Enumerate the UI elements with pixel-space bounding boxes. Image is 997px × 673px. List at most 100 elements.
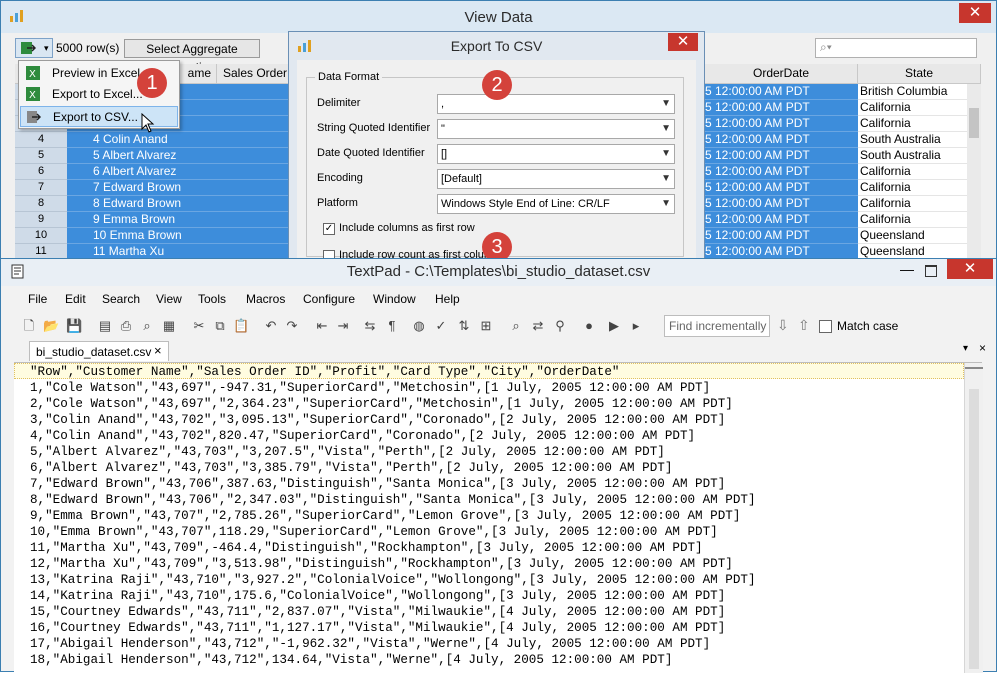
compare-icon[interactable]: ⊞ <box>478 318 494 334</box>
editor-line[interactable]: 9,"Emma Brown","43,707","2,785.26","Supe… <box>30 508 740 524</box>
grid-cell-orderdate[interactable]: 5 12:00:00 AM PDT <box>705 196 858 212</box>
maximize-icon[interactable] <box>925 265 937 277</box>
grid-cell-orderdate[interactable]: 5 12:00:00 AM PDT <box>705 100 858 116</box>
indent-icon[interactable]: ⇤ <box>314 318 330 334</box>
field-combo[interactable]: , ▼ <box>437 94 675 114</box>
tab-close-all-icon[interactable]: × <box>979 341 986 355</box>
export-split-button[interactable]: ▾ <box>15 38 53 58</box>
grid-cell-name[interactable]: 9 Emma Brown <box>67 212 217 228</box>
chevron-down-icon[interactable]: ▼ <box>661 195 671 213</box>
web-icon[interactable]: ◍ <box>411 318 427 334</box>
grid-row-number[interactable]: 6 <box>15 164 67 180</box>
view-data-titlebar[interactable]: View Data ✕ <box>1 1 996 33</box>
grid-cell-state[interactable]: California <box>858 164 967 180</box>
grid-cell-state[interactable]: South Australia <box>858 132 967 148</box>
paste-icon[interactable]: 📋 <box>233 318 249 334</box>
editor-line[interactable]: 16,"Courtney Edwards","43,711","1,127.17… <box>30 620 725 636</box>
grid-row-number[interactable]: 8 <box>15 196 67 212</box>
grid-cell-orderdate[interactable]: 5 12:00:00 AM PDT <box>705 84 858 100</box>
cut-icon[interactable]: ✂ <box>191 318 207 334</box>
grid-cell-orderdate[interactable]: 5 12:00:00 AM PDT <box>705 116 858 132</box>
editor-line[interactable]: 3,"Colin Anand","43,702","3,095.13","Sup… <box>30 412 725 428</box>
field-combo[interactable]: [Default] ▼ <box>437 169 675 189</box>
redo-icon[interactable]: ↷ <box>284 318 300 334</box>
file-tab[interactable]: bi_studio_dataset.csv × <box>29 341 169 361</box>
menu-window[interactable]: Window <box>373 292 416 306</box>
grid-cell-state[interactable]: Queensland <box>858 228 967 244</box>
grid-cell-state[interactable]: South Australia <box>858 148 967 164</box>
outdent-icon[interactable]: ⇥ <box>335 318 351 334</box>
page-setup-icon[interactable]: ▦ <box>161 318 177 334</box>
undo-icon[interactable]: ↶ <box>263 318 279 334</box>
column-header-orderdate[interactable]: OrderDate <box>705 64 858 84</box>
record-macro-icon[interactable]: ● <box>581 318 597 334</box>
grid-cell-state[interactable]: California <box>858 116 967 132</box>
search-input[interactable]: ⌕▾ <box>815 38 977 58</box>
grid-cell-orderdate[interactable]: 5 12:00:00 AM PDT <box>705 180 858 196</box>
editor-line[interactable]: 4,"Colin Anand","43,702",820.47,"Superio… <box>30 428 695 444</box>
paragraph-icon[interactable]: ¶ <box>384 318 400 334</box>
editor-line[interactable]: 7,"Edward Brown","43,706",387.63,"Distin… <box>30 476 725 492</box>
grid-cell-name[interactable]: 4 Colin Anand <box>67 132 217 148</box>
editor-line[interactable]: 2,"Cole Watson","43,697","2,364.23","Sup… <box>30 396 733 412</box>
spell-check-icon[interactable]: ✓ <box>433 318 449 334</box>
new-file-icon[interactable]: 🗋 <box>21 318 37 334</box>
menu-macros[interactable]: Macros <box>246 292 285 306</box>
grid-cell-name[interactable]: 8 Edward Brown <box>67 196 217 212</box>
editor-vertical-scrollbar[interactable] <box>964 363 983 673</box>
field-combo[interactable]: [] ▼ <box>437 144 675 164</box>
dialog-titlebar[interactable]: Export To CSV ✕ <box>289 32 704 60</box>
editor-line[interactable]: "Row","Customer Name","Sales Order ID","… <box>30 364 619 380</box>
grid-vertical-scrollbar[interactable] <box>967 84 981 262</box>
editor-line[interactable]: 1,"Cole Watson","43,697",-947.31,"Superi… <box>30 380 710 396</box>
textpad-close-button[interactable]: ✕ <box>947 259 993 279</box>
grid-cell-orderdate[interactable]: 5 12:00:00 AM PDT <box>705 148 858 164</box>
document-icon[interactable]: ▤ <box>97 318 113 334</box>
chevron-down-icon[interactable]: ▼ <box>661 95 671 113</box>
menu-view[interactable]: View <box>156 292 182 306</box>
scrollbar-thumb[interactable] <box>969 389 979 669</box>
editor-line[interactable]: 5,"Albert Alvarez","43,703","3,207.5","V… <box>30 444 665 460</box>
find-in-files-icon[interactable]: ⚲ <box>552 318 568 334</box>
grid-cell-state[interactable]: California <box>858 180 967 196</box>
find-previous-icon[interactable]: ⇩ <box>777 317 789 334</box>
editor-line[interactable]: 10,"Emma Brown","43,707",118.29,"Superio… <box>30 524 718 540</box>
open-file-icon[interactable]: 📂 <box>43 318 59 334</box>
grid-cell-state[interactable]: California <box>858 100 967 116</box>
minimize-icon[interactable]: — <box>900 261 916 277</box>
menu-file[interactable]: File <box>28 292 47 306</box>
editor-line[interactable]: 18,"Abigail Henderson","43,712",134.64,"… <box>30 652 672 668</box>
column-header-state[interactable]: State <box>858 64 981 84</box>
print-icon[interactable]: ⎙ <box>118 318 134 334</box>
play-macro-icon[interactable]: ▶ <box>606 318 622 334</box>
grid-cell-state[interactable]: California <box>858 212 967 228</box>
text-editor[interactable]: "Row","Customer Name","Sales Order ID","… <box>14 362 983 673</box>
tab-dropdown-chevron-icon[interactable]: ▾ <box>963 343 968 354</box>
field-combo[interactable]: Windows Style End of Line: CR/LF ▼ <box>437 194 675 214</box>
select-aggregate-button[interactable]: Select Aggregate Function <box>124 39 260 74</box>
run-macro-icon[interactable]: ▸ <box>628 318 644 334</box>
close-button[interactable]: ✕ <box>959 3 991 23</box>
grid-row-number[interactable]: 9 <box>15 212 67 228</box>
editor-line[interactable]: 8,"Edward Brown","43,706","2,347.03","Di… <box>30 492 756 508</box>
editor-line[interactable]: 15,"Courtney Edwards","43,711","2,837.07… <box>30 604 725 620</box>
match-case-checkbox[interactable] <box>819 320 832 333</box>
grid-cell-name[interactable]: 10 Emma Brown <box>67 228 217 244</box>
find-incrementally-input[interactable]: Find incrementally <box>664 315 770 337</box>
editor-line[interactable]: 6,"Albert Alvarez","43,703","3,385.79","… <box>30 460 672 476</box>
editor-line[interactable]: 14,"Katrina Raji","43,710",175.6,"Coloni… <box>30 588 725 604</box>
menu-search[interactable]: Search <box>102 292 140 306</box>
word-wrap-icon[interactable]: ⇆ <box>362 318 378 334</box>
grid-row-number[interactable]: 5 <box>15 148 67 164</box>
dialog-close-button[interactable]: ✕ <box>668 33 698 51</box>
grid-cell-orderdate[interactable]: 5 12:00:00 AM PDT <box>705 164 858 180</box>
grid-cell-state[interactable]: California <box>858 196 967 212</box>
grid-cell-name[interactable]: 7 Edward Brown <box>67 180 217 196</box>
menu-tools[interactable]: Tools <box>198 292 226 306</box>
menu-configure[interactable]: Configure <box>303 292 355 306</box>
grid-cell-name[interactable]: 6 Albert Alvarez <box>67 164 217 180</box>
editor-line[interactable]: 11,"Martha Xu","43,709",-464.4,"Distingu… <box>30 540 703 556</box>
grid-cell-orderdate[interactable]: 5 12:00:00 AM PDT <box>705 212 858 228</box>
save-icon[interactable]: 💾 <box>66 318 82 334</box>
scrollbar-thumb[interactable] <box>969 108 979 138</box>
